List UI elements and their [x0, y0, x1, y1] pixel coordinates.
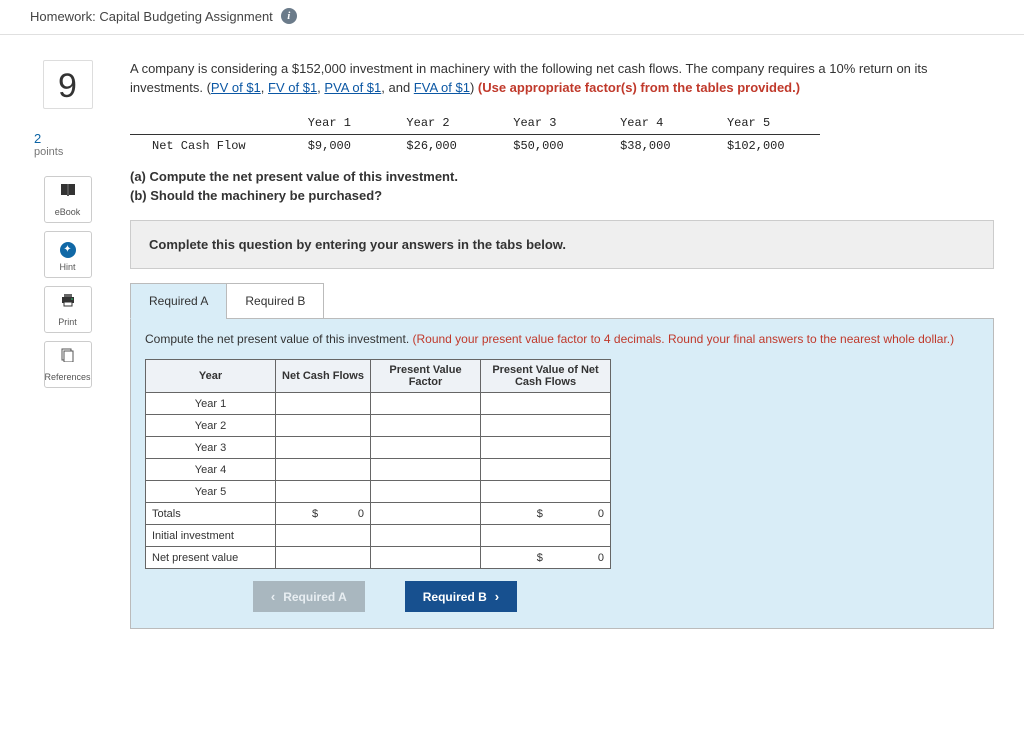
pvf-input-y3[interactable]: [371, 437, 481, 459]
chevron-right-icon: ›: [495, 589, 499, 604]
initial-investment-row: Initial investment: [146, 525, 611, 547]
ncf-input-y1[interactable]: [276, 393, 371, 415]
table-row: Year 2: [146, 415, 611, 437]
totals-pvn: $ 0: [481, 503, 611, 525]
page-title: Homework: Capital Budgeting Assignment: [30, 9, 273, 24]
npv-row: Net present value $ 0: [146, 547, 611, 569]
pvn-input-y5[interactable]: [481, 481, 611, 503]
print-label: Print: [58, 317, 77, 327]
next-tab-button[interactable]: Required B ›: [405, 581, 517, 612]
pv-link[interactable]: PV of $1: [211, 80, 261, 95]
fv-link[interactable]: FV of $1: [268, 80, 317, 95]
pvf-input-y2[interactable]: [371, 415, 481, 437]
pvf-input-y5[interactable]: [371, 481, 481, 503]
answer-table: Year Net Cash Flows Present Value Factor…: [145, 359, 611, 569]
problem-statement: A company is considering a $152,000 inve…: [130, 60, 994, 98]
pvf-input-y4[interactable]: [371, 459, 481, 481]
tab-instruction-red: (Round your present value factor to 4 de…: [412, 332, 954, 346]
info-icon[interactable]: i: [281, 8, 297, 24]
points-value: 2: [30, 131, 105, 146]
pvn-input-y1[interactable]: [481, 393, 611, 415]
instruction-box: Complete this question by entering your …: [130, 220, 994, 269]
totals-ncf: $ 0: [276, 503, 371, 525]
print-icon: [45, 293, 91, 311]
pvf-input-y1[interactable]: [371, 393, 481, 415]
pvn-input-y3[interactable]: [481, 437, 611, 459]
chevron-left-icon: ‹: [271, 589, 275, 604]
pvn-input-y2[interactable]: [481, 415, 611, 437]
tab-panel-a: Compute the net present value of this in…: [130, 318, 994, 630]
table-row: Year 1: [146, 393, 611, 415]
question-parts: (a) Compute the net present value of thi…: [130, 167, 994, 206]
ncf-input-y3[interactable]: [276, 437, 371, 459]
table-row: Year 5: [146, 481, 611, 503]
ebook-button[interactable]: eBook: [44, 176, 92, 223]
references-icon: [45, 348, 91, 366]
points-label: points: [30, 146, 105, 158]
pvn-input-y4[interactable]: [481, 459, 611, 481]
book-icon: [45, 183, 91, 201]
pva-link[interactable]: PVA of $1: [324, 80, 381, 95]
print-button[interactable]: Print: [44, 286, 92, 333]
table-row: Year 4: [146, 459, 611, 481]
npv-value: $ 0: [481, 547, 611, 569]
tab-required-b[interactable]: Required B: [226, 283, 324, 319]
question-number: 9: [43, 60, 93, 109]
totals-row: Totals $ 0 $ 0: [146, 503, 611, 525]
table-row: Year 3: [146, 437, 611, 459]
cashflow-table: Year 1 Year 2 Year 3 Year 4 Year 5 Net C…: [130, 112, 820, 157]
ncf-input-y5[interactable]: [276, 481, 371, 503]
initial-investment-input[interactable]: [481, 525, 611, 547]
tab-required-a[interactable]: Required A: [130, 283, 227, 319]
prev-tab-button: ‹ Required A: [253, 581, 365, 612]
ncf-input-y2[interactable]: [276, 415, 371, 437]
references-button[interactable]: References: [44, 341, 92, 388]
hint-label: Hint: [59, 262, 75, 272]
ebook-label: eBook: [55, 207, 81, 217]
fva-link[interactable]: FVA of $1: [414, 80, 470, 95]
ncf-input-y4[interactable]: [276, 459, 371, 481]
hint-button[interactable]: ✦ Hint: [44, 231, 92, 278]
references-label: References: [45, 372, 91, 382]
tab-instruction: Compute the net present value of this in…: [145, 332, 412, 346]
hint-icon: ✦: [45, 238, 91, 256]
